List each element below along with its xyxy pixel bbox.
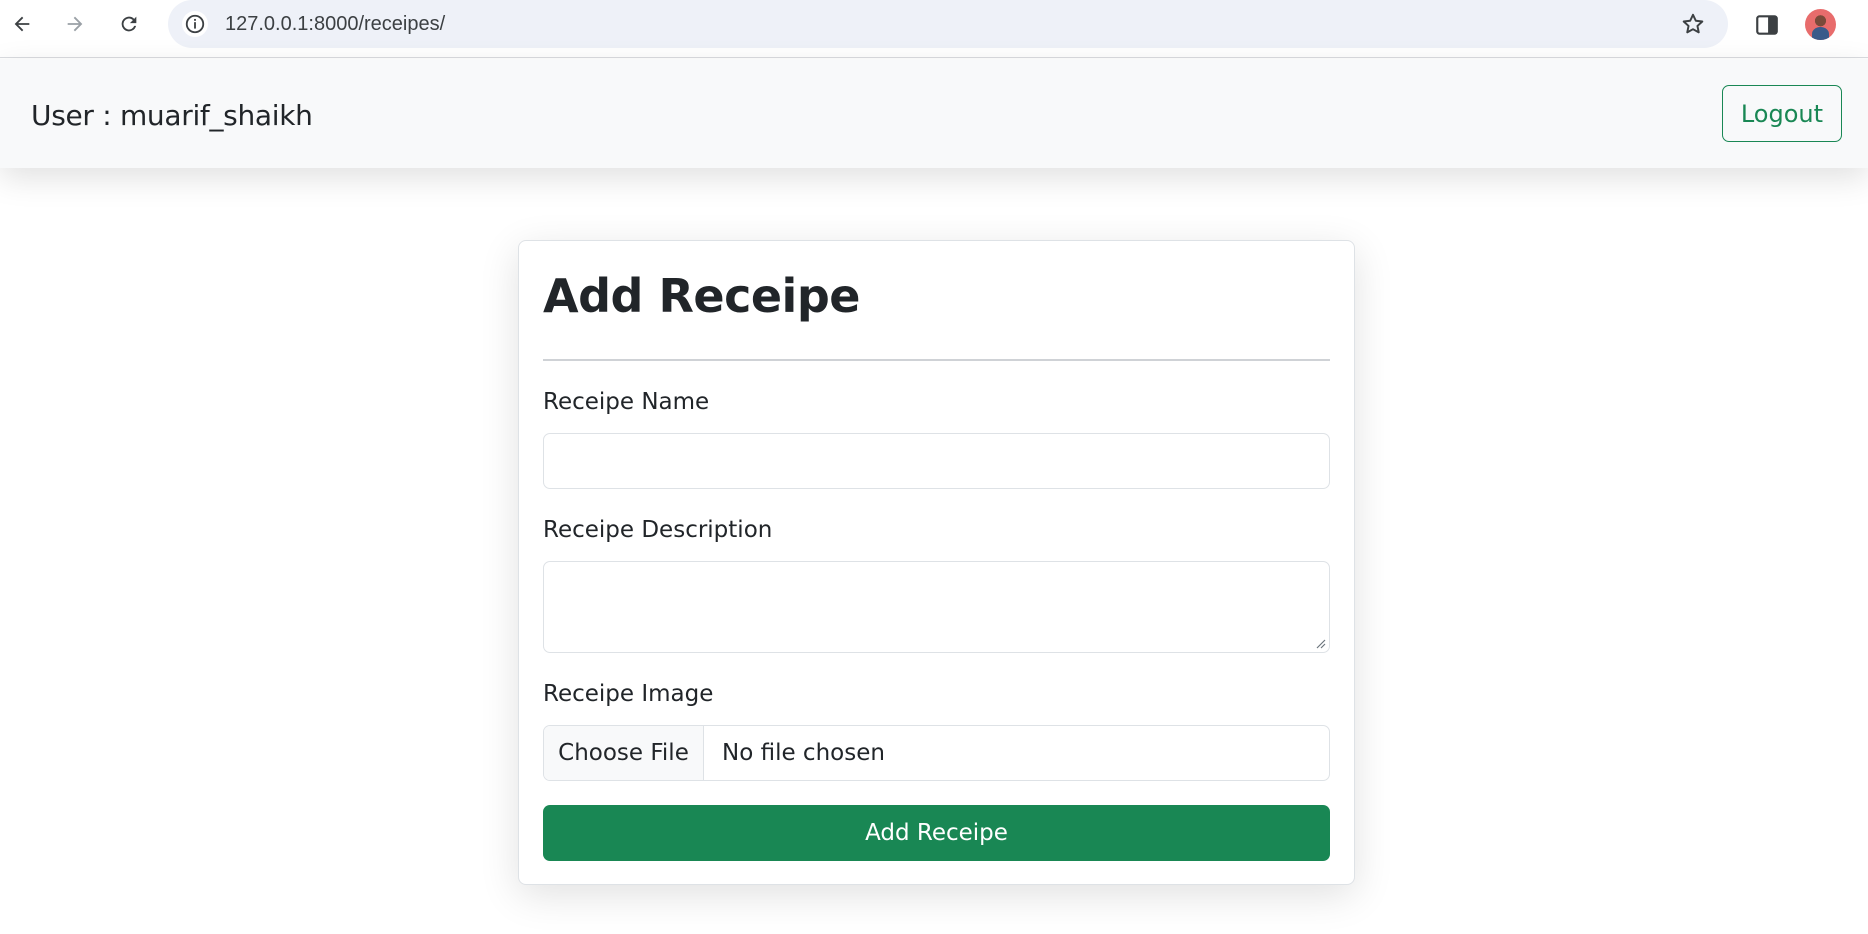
star-icon[interactable] <box>1680 11 1706 37</box>
app-navbar: User : muarif_shaikh Logout <box>0 59 1868 168</box>
info-icon[interactable] <box>182 11 208 37</box>
reload-icon <box>121 16 137 32</box>
back-button[interactable] <box>4 6 40 42</box>
avatar[interactable] <box>1805 9 1836 40</box>
divider <box>543 359 1330 361</box>
receipe-description-textarea[interactable] <box>543 561 1330 653</box>
forward-button[interactable] <box>57 6 93 42</box>
arrow-left-icon <box>14 16 30 32</box>
receipe-name-label: Receipe Name <box>543 389 710 415</box>
address-bar[interactable]: 127.0.0.1:8000/receipes/ <box>168 0 1728 48</box>
receipe-image-file-input[interactable]: Choose File No file chosen <box>543 725 1330 781</box>
receipe-image-label: Receipe Image <box>543 681 714 707</box>
user-label: User : muarif_shaikh <box>31 99 313 132</box>
resize-grip-icon[interactable] <box>1316 639 1326 649</box>
add-receipe-card: Add Receipe Receipe Name Receipe Descrip… <box>518 240 1355 885</box>
file-status-text: No file chosen <box>722 740 885 766</box>
choose-file-button[interactable]: Choose File <box>544 726 704 780</box>
reload-button[interactable] <box>111 6 147 42</box>
logout-button[interactable]: Logout <box>1721 85 1842 142</box>
browser-toolbar: 127.0.0.1:8000/receipes/ <box>0 0 1868 58</box>
url-text[interactable]: 127.0.0.1:8000/receipes/ <box>225 13 445 36</box>
receipe-description-label: Receipe Description <box>543 517 773 543</box>
add-receipe-button[interactable]: Add Receipe <box>543 805 1330 861</box>
side-panel-icon[interactable] <box>1754 12 1780 38</box>
arrow-right-icon <box>67 16 83 32</box>
page-title: Add Receipe <box>543 269 860 323</box>
receipe-name-input[interactable] <box>543 433 1330 489</box>
